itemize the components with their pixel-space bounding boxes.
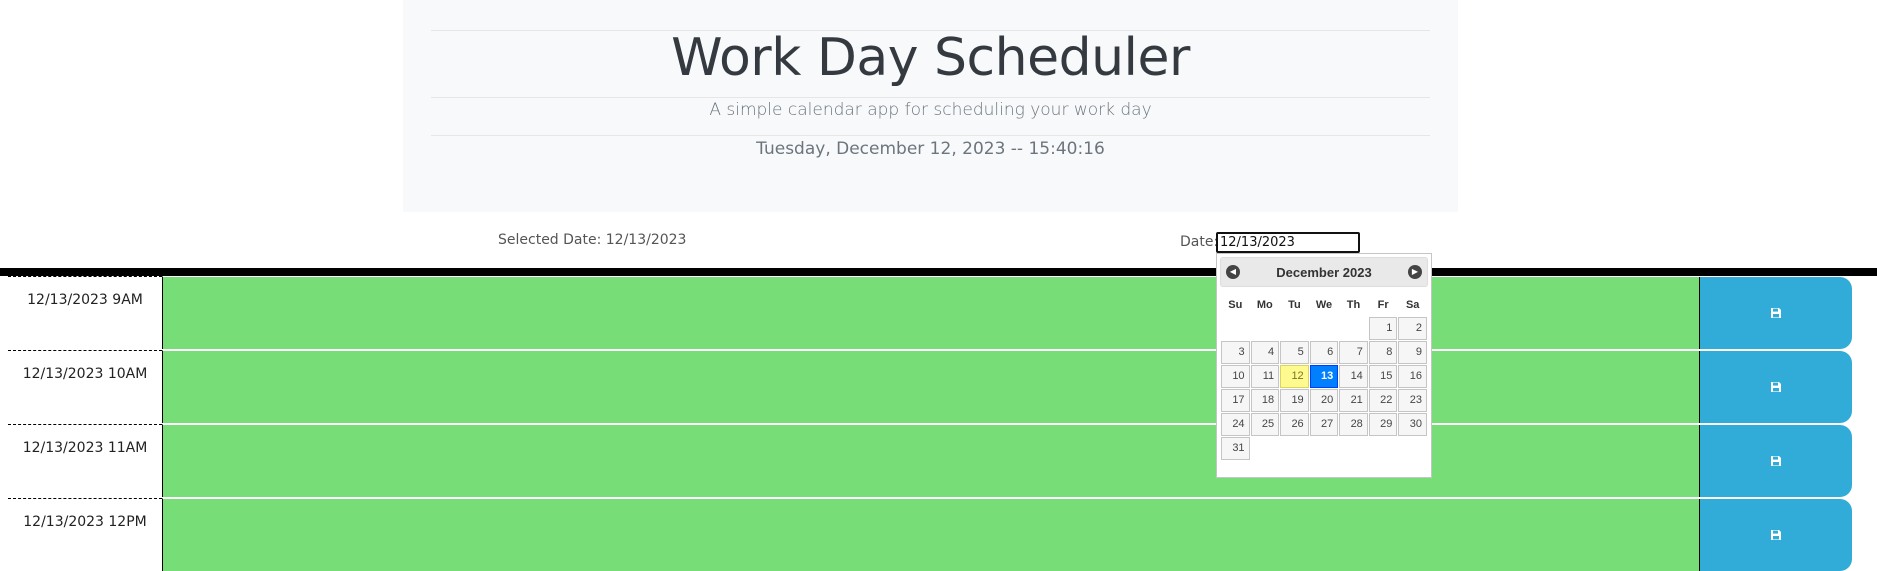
weekday-header: We xyxy=(1315,299,1333,311)
weekday-header: Mo xyxy=(1256,299,1273,311)
calendar-day[interactable]: 24 xyxy=(1221,413,1250,436)
calendar-day[interactable]: 7 xyxy=(1339,341,1368,364)
time-block-row: 12/13/2023 12PM xyxy=(0,498,1877,571)
save-button[interactable] xyxy=(1699,499,1852,571)
save-button[interactable] xyxy=(1699,277,1852,349)
floppy-disk-icon xyxy=(1770,455,1782,467)
save-button[interactable] xyxy=(1699,425,1852,497)
weekday-header: Fr xyxy=(1377,299,1389,311)
event-textarea[interactable] xyxy=(162,350,1699,423)
hour-label: 12/13/2023 12PM xyxy=(8,498,162,571)
calendar-day[interactable]: 1 xyxy=(1368,317,1398,340)
calendar-day[interactable]: 27 xyxy=(1309,413,1339,436)
hour-label: 12/13/2023 9AM xyxy=(8,276,162,349)
calendar-day[interactable]: 21 xyxy=(1339,389,1368,412)
time-block-row: 12/13/2023 11AM xyxy=(0,424,1877,497)
calendar-day[interactable]: 13 xyxy=(1309,365,1339,388)
calendar-day[interactable]: 12 xyxy=(1280,365,1309,388)
chevron-right-icon[interactable]: ▶ xyxy=(1408,265,1422,279)
calendar-day[interactable]: 9 xyxy=(1398,341,1427,364)
floppy-disk-icon xyxy=(1770,381,1782,393)
calendar-day[interactable]: 28 xyxy=(1339,413,1368,436)
calendar-day[interactable]: 11 xyxy=(1250,365,1280,388)
hour-label: 12/13/2023 11AM xyxy=(8,424,162,497)
datepicker-header: ◀ December 2023 ▶ xyxy=(1220,257,1428,287)
save-button[interactable] xyxy=(1699,351,1852,423)
datepicker-grid: Su Mo Tu We Th Fr Sa 1 2 3 4 5 6 7 8 9 10 11 12 13 14 15 16 17… xyxy=(1220,293,1428,461)
calendar-day[interactable]: 16 xyxy=(1398,365,1427,388)
calendar-day[interactable]: 6 xyxy=(1309,341,1339,364)
weekday-header: Th xyxy=(1346,299,1361,311)
calendar-day[interactable]: 2 xyxy=(1398,317,1427,340)
page-subtitle: A simple calendar app for scheduling you… xyxy=(709,100,1152,120)
divider-bar xyxy=(0,268,1877,276)
calendar-day[interactable]: 18 xyxy=(1250,389,1280,412)
time-block-row: 12/13/2023 9AM xyxy=(0,276,1877,349)
hour-label: 12/13/2023 10AM xyxy=(8,350,162,423)
calendar-day[interactable]: 15 xyxy=(1368,365,1398,388)
calendar-day[interactable]: 29 xyxy=(1368,413,1398,436)
calendar-day[interactable]: 5 xyxy=(1280,341,1309,364)
calendar-day[interactable]: 19 xyxy=(1280,389,1309,412)
calendar-day[interactable]: 20 xyxy=(1309,389,1339,412)
calendar-day[interactable]: 30 xyxy=(1398,413,1427,436)
event-textarea[interactable] xyxy=(162,498,1699,571)
calendar-day[interactable]: 23 xyxy=(1398,389,1427,412)
calendar-day[interactable]: 22 xyxy=(1368,389,1398,412)
event-textarea[interactable] xyxy=(162,276,1699,349)
page-title: Work Day Scheduler xyxy=(671,28,1190,88)
calendar-day[interactable]: 25 xyxy=(1250,413,1280,436)
weekday-header: Sa xyxy=(1405,299,1420,311)
datepicker-calendar: ◀ December 2023 ▶ Su Mo Tu We Th Fr Sa 1234567… xyxy=(1216,253,1432,478)
weekday-header: Su xyxy=(1228,299,1243,311)
selected-date-text: Selected Date: 12/13/2023 xyxy=(498,232,687,248)
weekday-header: Tu xyxy=(1288,299,1301,311)
calendar-day[interactable]: 4 xyxy=(1250,341,1280,364)
calendar-day[interactable]: 14 xyxy=(1339,365,1368,388)
floppy-disk-icon xyxy=(1770,529,1782,541)
date-label: Date: xyxy=(1180,234,1219,250)
divider xyxy=(431,97,1430,98)
calendar-day[interactable]: 31 xyxy=(1221,437,1250,460)
calendar-day[interactable]: 8 xyxy=(1368,341,1398,364)
current-datetime: Tuesday, December 12, 2023 -- 15:40:16 xyxy=(756,139,1105,159)
divider xyxy=(431,135,1430,136)
floppy-disk-icon xyxy=(1770,307,1782,319)
date-input[interactable] xyxy=(1216,232,1360,253)
time-block-row: 12/13/2023 10AM xyxy=(0,350,1877,423)
calendar-day[interactable]: 17 xyxy=(1221,389,1250,412)
calendar-day[interactable]: 26 xyxy=(1280,413,1309,436)
calendar-day[interactable]: 3 xyxy=(1221,341,1250,364)
header-jumbotron: Work Day Scheduler A simple calendar app… xyxy=(403,0,1458,212)
event-textarea[interactable] xyxy=(162,424,1699,497)
calendar-day[interactable]: 10 xyxy=(1221,365,1250,388)
datepicker-month-title: December 2023 xyxy=(1276,265,1372,280)
